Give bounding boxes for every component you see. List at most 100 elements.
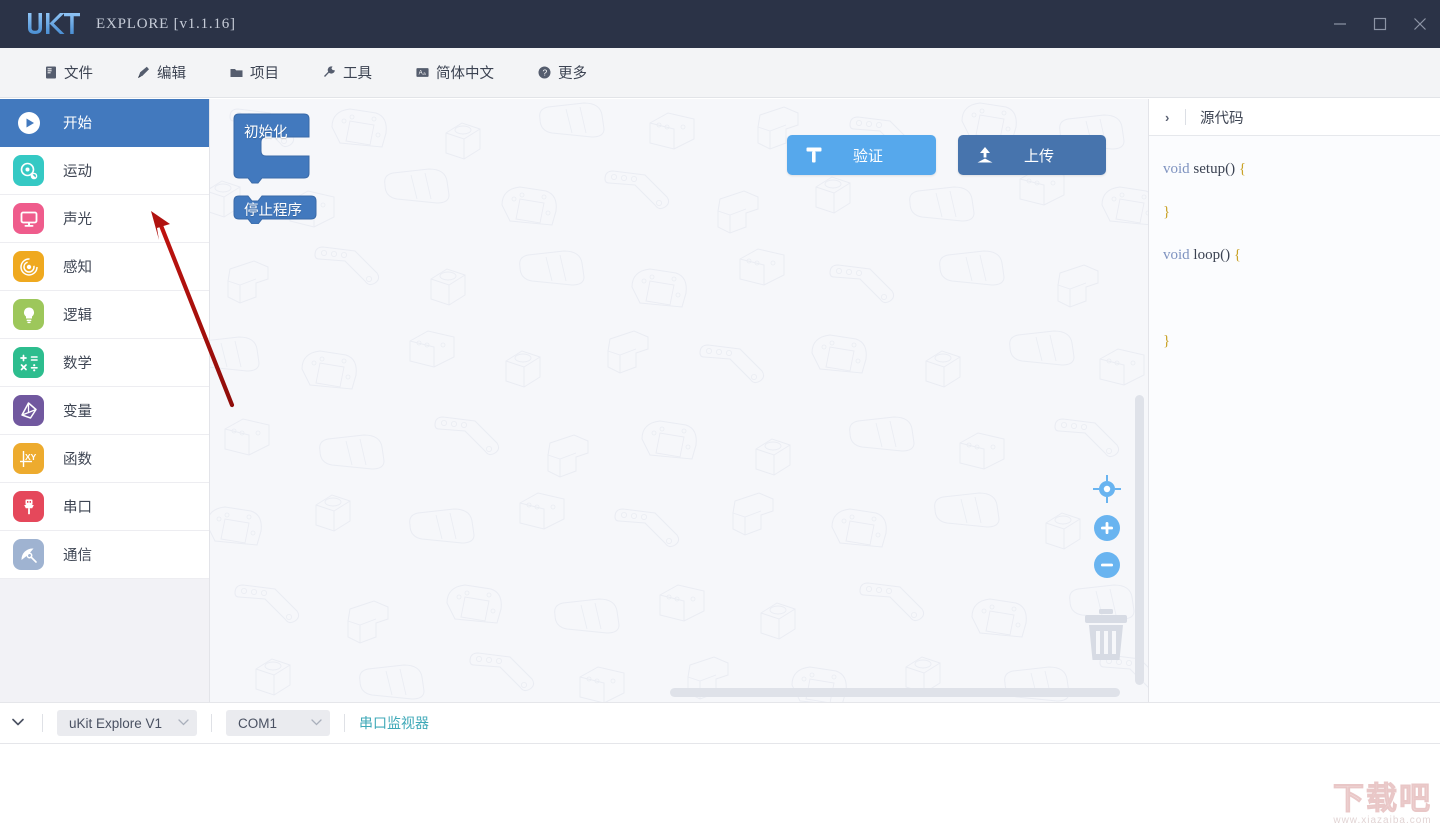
status-bar: uKit Explore V1 COM1 串口监视器: [0, 702, 1440, 744]
serial-monitor-link[interactable]: 串口监视器: [359, 713, 429, 733]
menu-item-language[interactable]: Aa 简体中文: [416, 62, 494, 83]
port-select-caret-icon: [311, 718, 322, 729]
sidebar-item-sensing[interactable]: 感知: [0, 243, 209, 291]
ukit-logo-icon: [28, 13, 80, 34]
display-icon: [13, 203, 44, 234]
category-sidebar: 开始 运动 声光 感知 逻辑 数学 变量 XY 函数 串口 通信: [0, 99, 210, 702]
sensor-icon: [13, 251, 44, 282]
code-keyword-void-setup: void: [1163, 161, 1190, 177]
zoom-in-button[interactable]: [1094, 515, 1120, 541]
code-line-2: }: [1163, 191, 1440, 234]
block-stop-program-shape: [233, 195, 317, 225]
sidebar-label-communication: 通信: [63, 548, 92, 564]
source-code-header: › 源代码: [1149, 99, 1440, 136]
block-initialize[interactable]: 初始化: [232, 113, 314, 190]
code-brace-close-loop: }: [1163, 333, 1171, 349]
code-line-4: }: [1163, 320, 1440, 363]
code-line-3: void loop() {: [1163, 234, 1440, 277]
sidebar-item-function[interactable]: XY 函数: [0, 435, 209, 483]
close-icon: [1414, 18, 1426, 30]
motion-icon: [13, 155, 44, 186]
header-divider: [1185, 109, 1186, 125]
menu-item-file[interactable]: 文件: [44, 62, 93, 83]
chevron-right-icon[interactable]: ›: [1165, 110, 1181, 125]
sidebar-label-start: 开始: [63, 116, 92, 132]
bulb-icon: [13, 299, 44, 330]
sidebar-label-variable: 变量: [63, 404, 92, 420]
sidebar-item-serial[interactable]: 串口: [0, 483, 209, 531]
close-button[interactable]: [1400, 0, 1440, 48]
block-stop-program[interactable]: 停止程序: [232, 194, 318, 229]
wrench-icon: [323, 66, 336, 79]
math-icon: [13, 347, 44, 378]
menu-label-more: 更多: [558, 66, 587, 82]
sidebar-item-math[interactable]: 数学: [0, 339, 209, 387]
verify-button-label: 验证: [853, 147, 884, 165]
source-code-body[interactable]: void setup() { } void loop() { }: [1149, 136, 1440, 363]
center-view-button[interactable]: [1092, 474, 1122, 504]
status-divider-2: [211, 714, 212, 732]
delete-dropzone[interactable]: [1082, 608, 1130, 667]
app-window: EXPLORE [v1.1.16] 文件 编辑 项目 工具 A a 简体中文 ?…: [0, 0, 1440, 832]
minus-icon: [1101, 563, 1113, 567]
sidebar-item-soundlight[interactable]: 声光: [0, 195, 209, 243]
maximize-icon: [1373, 17, 1387, 31]
sidebar-item-logic[interactable]: 逻辑: [0, 291, 209, 339]
edit-pen-icon: [137, 66, 150, 79]
upload-icon: [977, 147, 993, 163]
window-controls: [1320, 0, 1440, 48]
robot-parts-pattern: [210, 102, 1148, 702]
sidebar-item-start[interactable]: 开始: [0, 99, 209, 147]
maximize-button[interactable]: [1360, 0, 1400, 48]
sidebar-label-sensing: 感知: [63, 260, 92, 276]
board-select-value: uKit Explore V1: [69, 715, 163, 731]
variable-icon: [13, 395, 44, 426]
watermark-sub-text: www.xiazaiba.com: [1333, 815, 1432, 826]
help-circle-icon: ?: [538, 66, 551, 79]
verify-button[interactable]: 验证: [787, 135, 936, 175]
function-xy-icon: XY: [13, 443, 44, 474]
menu-item-project[interactable]: 项目: [230, 62, 279, 83]
title-bar: EXPLORE [v1.1.16]: [0, 0, 1440, 48]
sidebar-label-soundlight: 声光: [63, 212, 92, 228]
code-fn-setup: setup(): [1189, 161, 1239, 177]
chevron-down-icon[interactable]: [12, 717, 28, 729]
sidebar-item-variable[interactable]: 变量: [0, 387, 209, 435]
menu-bar: 文件 编辑 项目 工具 Aa 简体中文 ? 更多: [0, 48, 1440, 98]
sidebar-item-motion[interactable]: 运动: [0, 147, 209, 195]
category-list: 开始 运动 声光 感知 逻辑 数学 变量 XY 函数 串口 通信: [0, 99, 209, 579]
menu-item-more[interactable]: ? 更多: [538, 62, 587, 83]
upload-button[interactable]: 上传: [958, 135, 1106, 175]
canvas-vertical-scrollbar[interactable]: [1135, 395, 1144, 685]
menu-item-tools[interactable]: 工具: [323, 62, 372, 83]
status-divider-3: [344, 714, 345, 732]
trash-icon: [1085, 609, 1127, 660]
sidebar-label-serial: 串口: [63, 500, 92, 516]
crosshair-icon: [1093, 475, 1121, 503]
ukit-logo: [26, 11, 82, 37]
sidebar-label-function: 函数: [63, 452, 92, 468]
canvas-horizontal-scrollbar[interactable]: [670, 688, 1120, 697]
canvas-zoom-controls: [1092, 474, 1122, 578]
board-select[interactable]: uKit Explore V1: [57, 710, 197, 736]
minimize-button[interactable]: [1320, 0, 1360, 48]
block-canvas[interactable]: 初始化 停止程序 验证 上传: [210, 99, 1148, 702]
menu-label-project: 项目: [250, 66, 279, 82]
svg-text:?: ?: [543, 68, 548, 78]
file-icon: [44, 66, 57, 79]
code-brace-open-loop: {: [1233, 247, 1242, 263]
board-select-caret-icon: [178, 718, 189, 729]
menu-item-edit[interactable]: 编辑: [137, 62, 186, 83]
plus-icon: [1101, 522, 1113, 534]
zoom-out-button[interactable]: [1094, 552, 1120, 578]
sidebar-item-communication[interactable]: 通信: [0, 531, 209, 579]
sidebar-label-logic: 逻辑: [63, 308, 92, 324]
block-initialize-shape: [233, 113, 310, 184]
svg-text:XY: XY: [25, 452, 37, 462]
action-buttons: 验证 上传: [787, 135, 1106, 175]
code-keyword-void-loop: void: [1163, 247, 1190, 263]
usb-icon: [13, 491, 44, 522]
menu-label-file: 文件: [64, 66, 93, 82]
port-select[interactable]: COM1: [226, 710, 330, 736]
